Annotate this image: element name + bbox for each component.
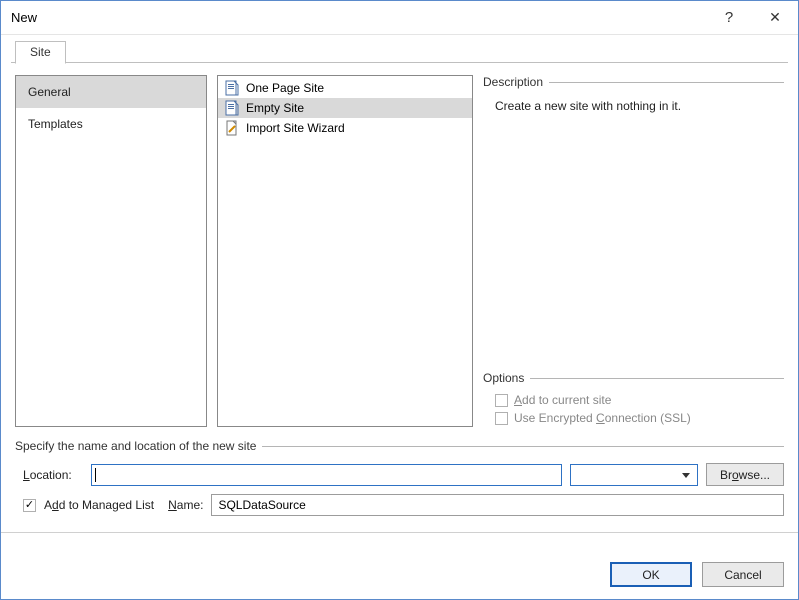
divider bbox=[1, 532, 798, 533]
description-heading: Description bbox=[483, 75, 543, 89]
template-item-empty-site[interactable]: Empty Site bbox=[218, 98, 472, 118]
dialog-footer: OK Cancel bbox=[1, 556, 798, 599]
option-ssl: Use Encrypted Connection (SSL) bbox=[483, 409, 784, 427]
category-item-templates[interactable]: Templates bbox=[16, 108, 206, 140]
template-label: Import Site Wizard bbox=[246, 121, 345, 135]
page-icon bbox=[224, 80, 240, 96]
option-label: Add to current site bbox=[514, 393, 611, 407]
category-item-general[interactable]: General bbox=[16, 76, 206, 108]
specify-heading: Specify the name and location of the new… bbox=[15, 439, 256, 453]
specify-group: Specify the name and location of the new… bbox=[15, 439, 784, 520]
options-heading: Options bbox=[483, 371, 524, 385]
managed-list-label: Add to Managed List bbox=[44, 498, 154, 512]
divider bbox=[549, 82, 784, 83]
browse-button[interactable]: Browse... bbox=[706, 463, 784, 486]
divider bbox=[530, 378, 784, 379]
tabstrip: Site bbox=[1, 35, 798, 63]
category-list: General Templates bbox=[15, 75, 207, 427]
checkbox-ssl bbox=[495, 412, 508, 425]
option-add-to-current: Add to current site bbox=[483, 391, 784, 409]
titlebar: New ? ✕ bbox=[1, 1, 798, 35]
ok-button[interactable]: OK bbox=[610, 562, 692, 587]
name-label: Name: bbox=[168, 498, 203, 512]
location-scheme-combo[interactable] bbox=[570, 464, 698, 486]
option-label: Use Encrypted Connection (SSL) bbox=[514, 411, 691, 425]
template-label: Empty Site bbox=[246, 101, 304, 115]
template-item-one-page-site[interactable]: One Page Site bbox=[218, 78, 472, 98]
location-label: Location: bbox=[23, 468, 83, 482]
checkbox-managed-list[interactable] bbox=[23, 499, 36, 512]
cancel-button[interactable]: Cancel bbox=[702, 562, 784, 587]
location-input[interactable] bbox=[91, 464, 562, 486]
template-list: One Page Site Empty Site Import Site Wiz… bbox=[217, 75, 473, 427]
divider bbox=[262, 446, 784, 447]
template-item-import-wizard[interactable]: Import Site Wizard bbox=[218, 118, 472, 138]
page-icon bbox=[224, 100, 240, 116]
window-title: New bbox=[11, 10, 706, 25]
dialog-new: New ? ✕ Site General Templates One Page … bbox=[0, 0, 799, 600]
close-button[interactable]: ✕ bbox=[752, 2, 798, 34]
template-label: One Page Site bbox=[246, 81, 324, 95]
name-input[interactable]: SQLDataSource bbox=[211, 494, 784, 516]
wizard-icon bbox=[224, 120, 240, 136]
checkbox-add-to-current bbox=[495, 394, 508, 407]
description-text: Create a new site with nothing in it. bbox=[483, 95, 784, 113]
tab-site[interactable]: Site bbox=[15, 41, 66, 64]
description-group: Description Create a new site with nothi… bbox=[483, 75, 784, 363]
help-button[interactable]: ? bbox=[706, 2, 752, 34]
options-group: Options Add to current site Use Encrypte… bbox=[483, 371, 784, 427]
